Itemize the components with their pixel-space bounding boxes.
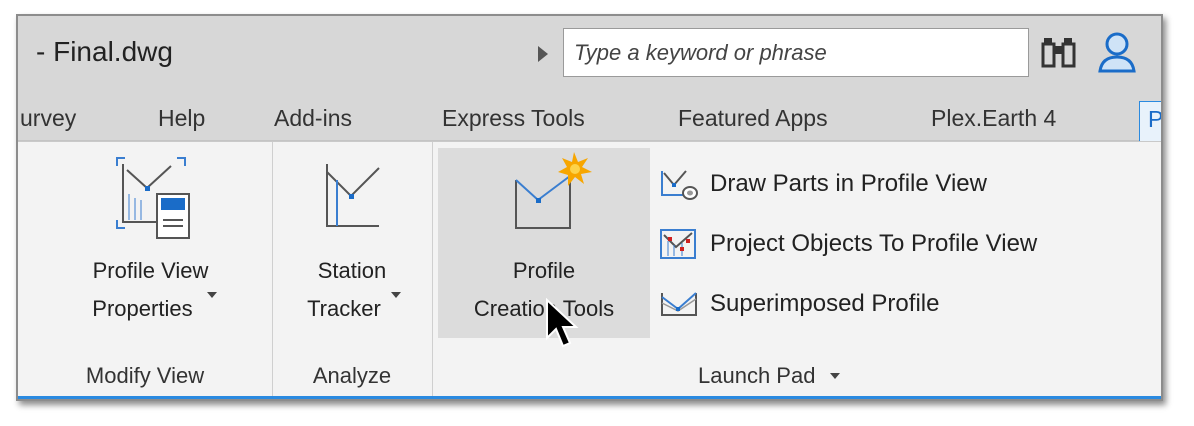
chevron-down-icon[interactable] — [390, 292, 401, 298]
ribbon-bottom-accent — [18, 396, 1161, 399]
tab-express-tools[interactable]: Express Tools — [442, 105, 585, 132]
title-bar: - Final.dwg — [18, 16, 1161, 96]
search-input[interactable] — [564, 29, 1028, 76]
profile-view-properties-button[interactable]: Profile View Properties — [38, 150, 263, 328]
tab-active-profile[interactable]: P — [1139, 101, 1163, 142]
profile-creation-tools-line1: Profile — [512, 258, 576, 283]
mouse-cursor-icon — [546, 298, 579, 348]
station-tracker-line2: Tracker — [307, 296, 381, 321]
chevron-down-icon[interactable] — [206, 292, 217, 298]
profile-creation-tools-button[interactable]: Profile Creation Tools — [438, 150, 650, 328]
tab-survey[interactable]: urvey — [20, 105, 76, 132]
tab-plex-earth[interactable]: Plex.Earth 4 — [931, 105, 1056, 132]
superimposed-profile-icon — [661, 292, 697, 316]
profile-creation-tools-icon — [515, 152, 592, 229]
document-title: - Final.dwg — [36, 36, 173, 67]
profile-view-properties-line1: Profile View — [92, 258, 209, 283]
superimposed-profile-label: Superimposed Profile — [710, 290, 940, 317]
station-tracker-button[interactable]: Station Tracker — [282, 150, 422, 328]
panel-title-launch-pad: Launch Pad — [698, 363, 816, 388]
draw-parts-icon — [661, 170, 698, 200]
app-window: - Final.dwg urvey Help Add-ins Express T… — [16, 14, 1163, 401]
profile-view-properties-icon — [115, 157, 190, 239]
tab-featured-apps[interactable]: Featured Apps — [678, 105, 828, 132]
profile-view-properties-line2: Properties — [92, 296, 193, 321]
tab-add-ins[interactable]: Add-ins — [274, 105, 352, 132]
user-account-icon[interactable] — [1095, 30, 1139, 74]
search-box[interactable] — [563, 28, 1029, 77]
ribbon-tab-row: urvey Help Add-ins Express Tools Feature… — [18, 95, 1163, 142]
expand-arrow-icon[interactable] — [538, 46, 548, 62]
panel-analyze: Station Tracker Analyze — [272, 142, 433, 399]
chevron-down-icon[interactable] — [829, 373, 840, 379]
project-objects-label: Project Objects To Profile View — [710, 230, 1038, 257]
project-objects-icon — [660, 229, 696, 259]
draw-parts-in-profile-view-button[interactable]: Draw Parts in Profile View — [658, 162, 987, 206]
binoculars-icon[interactable] — [1040, 32, 1084, 72]
panel-title-launch-pad-wrap[interactable]: Launch Pad — [698, 363, 840, 389]
superimposed-profile-button[interactable]: Superimposed Profile — [658, 282, 939, 326]
tab-help[interactable]: Help — [158, 105, 205, 132]
station-tracker-icon — [326, 164, 380, 227]
project-objects-to-profile-view-button[interactable]: Project Objects To Profile View — [658, 222, 1037, 266]
panel-title-analyze: Analyze — [312, 363, 392, 388]
panel-modify-view: Profile View Properties Modify View — [18, 142, 273, 399]
ribbon: Profile View Properties Modify View Stat… — [18, 141, 1161, 399]
tab-active-label: P — [1148, 106, 1163, 132]
draw-parts-label: Draw Parts in Profile View — [710, 170, 987, 197]
station-tracker-line1: Station — [317, 258, 387, 283]
panel-title-modify-view: Modify View — [85, 363, 205, 388]
profile-creation-tools-line2: Creation Tools — [473, 296, 615, 321]
